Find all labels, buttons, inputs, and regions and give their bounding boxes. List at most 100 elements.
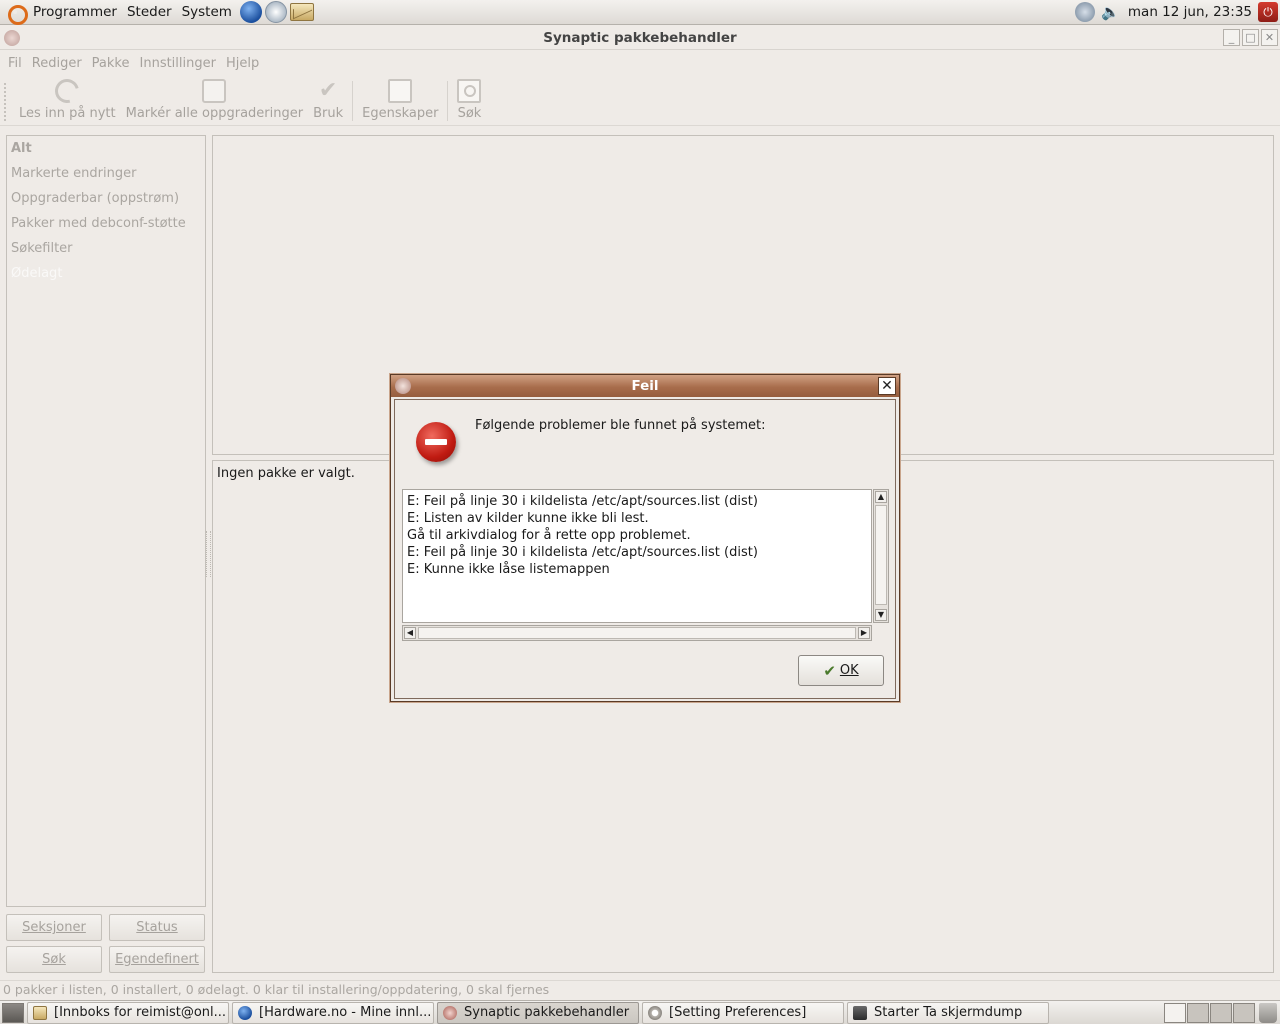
reload-label: Les inn på nytt — [19, 106, 116, 121]
window-controls: _ □ ✕ — [1223, 29, 1278, 46]
minimize-icon[interactable]: _ — [1223, 29, 1240, 46]
properties-button[interactable]: Egenskaper — [357, 79, 443, 121]
workspace-2[interactable] — [1187, 1002, 1209, 1023]
maximize-icon[interactable]: □ — [1242, 29, 1259, 46]
mark-all-upgrades-button[interactable]: Markér alle oppgraderinger — [121, 79, 308, 121]
scroll-up-icon[interactable]: ▲ — [875, 491, 887, 503]
mark-upgrades-icon — [202, 79, 227, 103]
error-line: E: Kunne ikke låse listemappen — [407, 562, 610, 577]
error-line: Gå til arkivdialog for å rette opp probl… — [407, 528, 691, 543]
dialog-close-icon[interactable]: ✕ — [878, 377, 896, 395]
clock-launcher-icon[interactable] — [264, 1, 287, 23]
web-browser-launcher-icon[interactable] — [239, 1, 262, 23]
network-icon[interactable] — [1075, 2, 1096, 22]
error-dialog: Feil ✕ Følgende problemer ble funnet på … — [390, 374, 900, 702]
menu-help[interactable]: Hjelp — [221, 56, 264, 71]
show-desktop-icon[interactable] — [2, 1002, 24, 1023]
toolbar-grip[interactable] — [4, 83, 8, 121]
filter-list[interactable]: Alt Markerte endringer Oppgraderbar (opp… — [6, 135, 206, 907]
no-package-selected-text: Ingen pakke er valgt. — [217, 466, 355, 481]
filter-item-marked-changes[interactable]: Markerte endringer — [7, 161, 205, 186]
task-label: [Innboks for reimist@onl... — [54, 1005, 227, 1020]
ok-button[interactable]: ✔ OK — [798, 655, 884, 686]
panel-tray: 🔈 man 12 jun, 23:35 ⏻ — [1075, 0, 1280, 25]
sections-button[interactable]: Seksjoner — [6, 914, 102, 941]
task-button-screenshot[interactable]: Starter Ta skjermdump — [847, 1001, 1049, 1024]
search-results-button[interactable]: Søk — [6, 946, 102, 973]
reload-button[interactable]: Les inn på nytt — [14, 74, 121, 121]
logout-icon[interactable]: ⏻ — [1258, 2, 1278, 22]
status-bar: 0 pakker i listen, 0 installert, 0 ødela… — [0, 980, 1280, 1000]
menubar: Fil Rediger Pakke Innstillinger Hjelp — [0, 50, 1280, 76]
menu-edit[interactable]: Rediger — [27, 56, 87, 71]
task-button-mail[interactable]: [Innboks for reimist@onl... — [27, 1001, 229, 1024]
vertical-scrollbar[interactable]: ▲ ▼ — [873, 489, 889, 623]
mail-launcher-icon[interactable] — [289, 3, 314, 21]
task-label: [Setting Preferences] — [669, 1005, 807, 1020]
filter-item-search-filter[interactable]: Søkefilter — [7, 236, 205, 261]
bottom-taskbar: [Innboks for reimist@onl... [Hardware.no… — [0, 1000, 1280, 1024]
scroll-left-icon[interactable]: ◀ — [404, 627, 416, 639]
filter-item-all[interactable]: Alt — [7, 136, 205, 161]
dialog-body: Følgende problemer ble funnet på systeme… — [394, 399, 896, 699]
task-label: [Hardware.no - Mine innl... — [259, 1005, 432, 1020]
search-button[interactable]: Søk — [452, 79, 486, 121]
custom-filters-button[interactable]: Egendefinert — [109, 946, 205, 973]
panel-menu-programs[interactable]: Programmer — [28, 0, 122, 25]
status-button[interactable]: Status — [109, 914, 205, 941]
trash-icon[interactable] — [1259, 1002, 1277, 1023]
menu-settings[interactable]: Innstillinger — [135, 56, 221, 71]
synaptic-icon — [443, 1005, 457, 1020]
window-titlebar[interactable]: Synaptic pakkebehandler _ □ ✕ — [0, 26, 1280, 50]
workspace-4[interactable] — [1233, 1002, 1255, 1023]
task-label: Starter Ta skjermdump — [874, 1005, 1023, 1020]
horizontal-scroll-thumb[interactable] — [418, 627, 856, 639]
workspace-1[interactable] — [1164, 1002, 1186, 1023]
dialog-message: Følgende problemer ble funnet på systeme… — [475, 418, 766, 433]
error-details-textview[interactable]: E: Feil på linje 30 i kildelista /etc/ap… — [402, 489, 872, 623]
scroll-right-icon[interactable]: ▶ — [858, 627, 870, 639]
error-icon — [416, 422, 456, 462]
close-icon[interactable]: ✕ — [1261, 29, 1278, 46]
menu-package[interactable]: Pakke — [87, 56, 135, 71]
browser-icon — [238, 1005, 252, 1020]
dialog-app-icon — [395, 378, 411, 394]
task-label: Synaptic pakkebehandler — [464, 1005, 630, 1020]
checkmark-icon: ✔ — [318, 78, 338, 103]
filter-item-debconf[interactable]: Pakker med debconf-støtte — [7, 211, 205, 236]
vertical-scroll-thumb[interactable] — [875, 505, 887, 605]
mark-all-label: Markér alle oppgraderinger — [125, 106, 304, 121]
panel-menu-system[interactable]: System — [177, 0, 237, 25]
ubuntu-logo-icon[interactable] — [6, 3, 28, 25]
filter-item-upgradable[interactable]: Oppgraderbar (oppstrøm) — [7, 186, 205, 211]
scroll-down-icon[interactable]: ▼ — [875, 609, 887, 621]
pane-splitter[interactable] — [206, 531, 211, 577]
task-button-browser[interactable]: [Hardware.no - Mine innl... — [232, 1001, 434, 1024]
panel-clock[interactable]: man 12 jun, 23:35 — [1128, 4, 1252, 20]
toolbar-separator — [447, 81, 449, 121]
camera-icon — [853, 1005, 867, 1020]
horizontal-scrollbar[interactable]: ◀ ▶ — [402, 625, 872, 641]
apply-button[interactable]: ✔ Bruk — [308, 78, 348, 122]
task-button-preferences[interactable]: [Setting Preferences] — [642, 1001, 844, 1024]
task-button-synaptic[interactable]: Synaptic pakkebehandler — [437, 1001, 639, 1024]
synaptic-app-icon[interactable] — [4, 30, 20, 46]
volume-icon[interactable]: 🔈 — [1101, 3, 1120, 21]
filter-item-broken[interactable]: Ødelagt — [7, 261, 205, 286]
search-label: Søk — [457, 106, 482, 121]
properties-label: Egenskaper — [362, 106, 439, 121]
preferences-icon — [648, 1005, 662, 1020]
workspace-switcher — [1164, 1002, 1255, 1023]
workspace-3[interactable] — [1210, 1002, 1232, 1023]
dialog-titlebar[interactable]: Feil ✕ — [391, 375, 899, 397]
toolbar-separator — [352, 81, 354, 121]
mail-icon — [33, 1005, 47, 1020]
error-line: E: Feil på linje 30 i kildelista /etc/ap… — [407, 494, 758, 509]
window-title: Synaptic pakkebehandler — [543, 29, 737, 46]
menu-file[interactable]: Fil — [3, 56, 27, 71]
panel-menus: Programmer Steder System — [0, 0, 237, 25]
top-panel: Programmer Steder System 🔈 man 12 jun, 2… — [0, 0, 1280, 25]
toolbar: Les inn på nytt Markér alle oppgradering… — [0, 74, 1280, 126]
panel-menu-places[interactable]: Steder — [122, 0, 177, 25]
error-line: E: Feil på linje 30 i kildelista /etc/ap… — [407, 545, 758, 560]
